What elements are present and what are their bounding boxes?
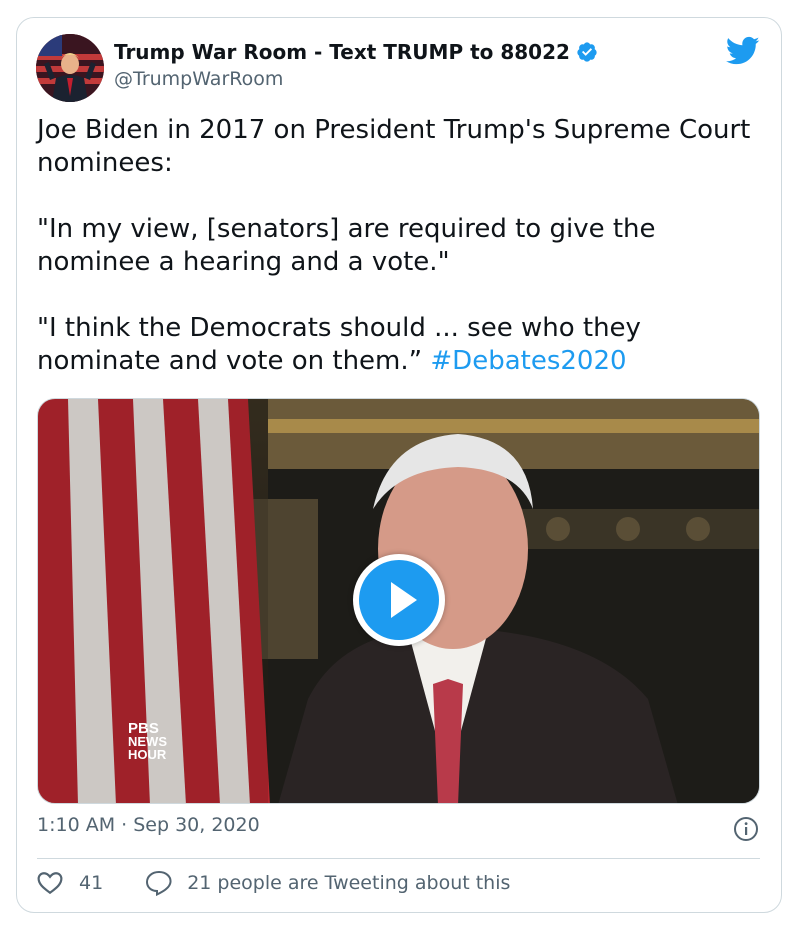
conversation-link[interactable]: 21 people are Tweeting about this [187,872,510,894]
like-count[interactable]: 41 [79,872,103,894]
avatar[interactable] [36,34,104,102]
svg-text:HOUR: HOUR [128,747,167,762]
hashtag-link[interactable]: #Debates2020 [430,346,626,376]
tweet-text: Joe Biden in 2017 on President Trump's S… [37,114,757,378]
tweet-timestamp[interactable]: 1:10 AM · Sep 30, 2020 [37,814,260,836]
tweet-paragraph: "I think the Democrats should ... see wh… [37,312,757,378]
reply-icon[interactable] [145,870,173,896]
author-display-name[interactable]: Trump War Room - Text TRUMP to 88022 [114,40,570,64]
heart-icon[interactable] [37,871,63,895]
verified-badge-icon [577,42,597,62]
author-handle[interactable]: @TrumpWarRoom [114,68,283,90]
tweet-paragraph: "In my view, [senators] are required to … [37,214,656,277]
tweet-paragraph: Joe Biden in 2017 on President Trump's S… [37,115,751,178]
play-button[interactable] [353,554,445,646]
tweet-actions: 41 21 people are Tweeting about this [37,870,510,896]
twitter-bird-icon[interactable] [726,36,760,66]
play-icon [359,560,439,640]
divider [37,858,760,859]
author-name-row[interactable]: Trump War Room - Text TRUMP to 88022 [114,40,598,64]
info-icon[interactable] [733,816,759,842]
